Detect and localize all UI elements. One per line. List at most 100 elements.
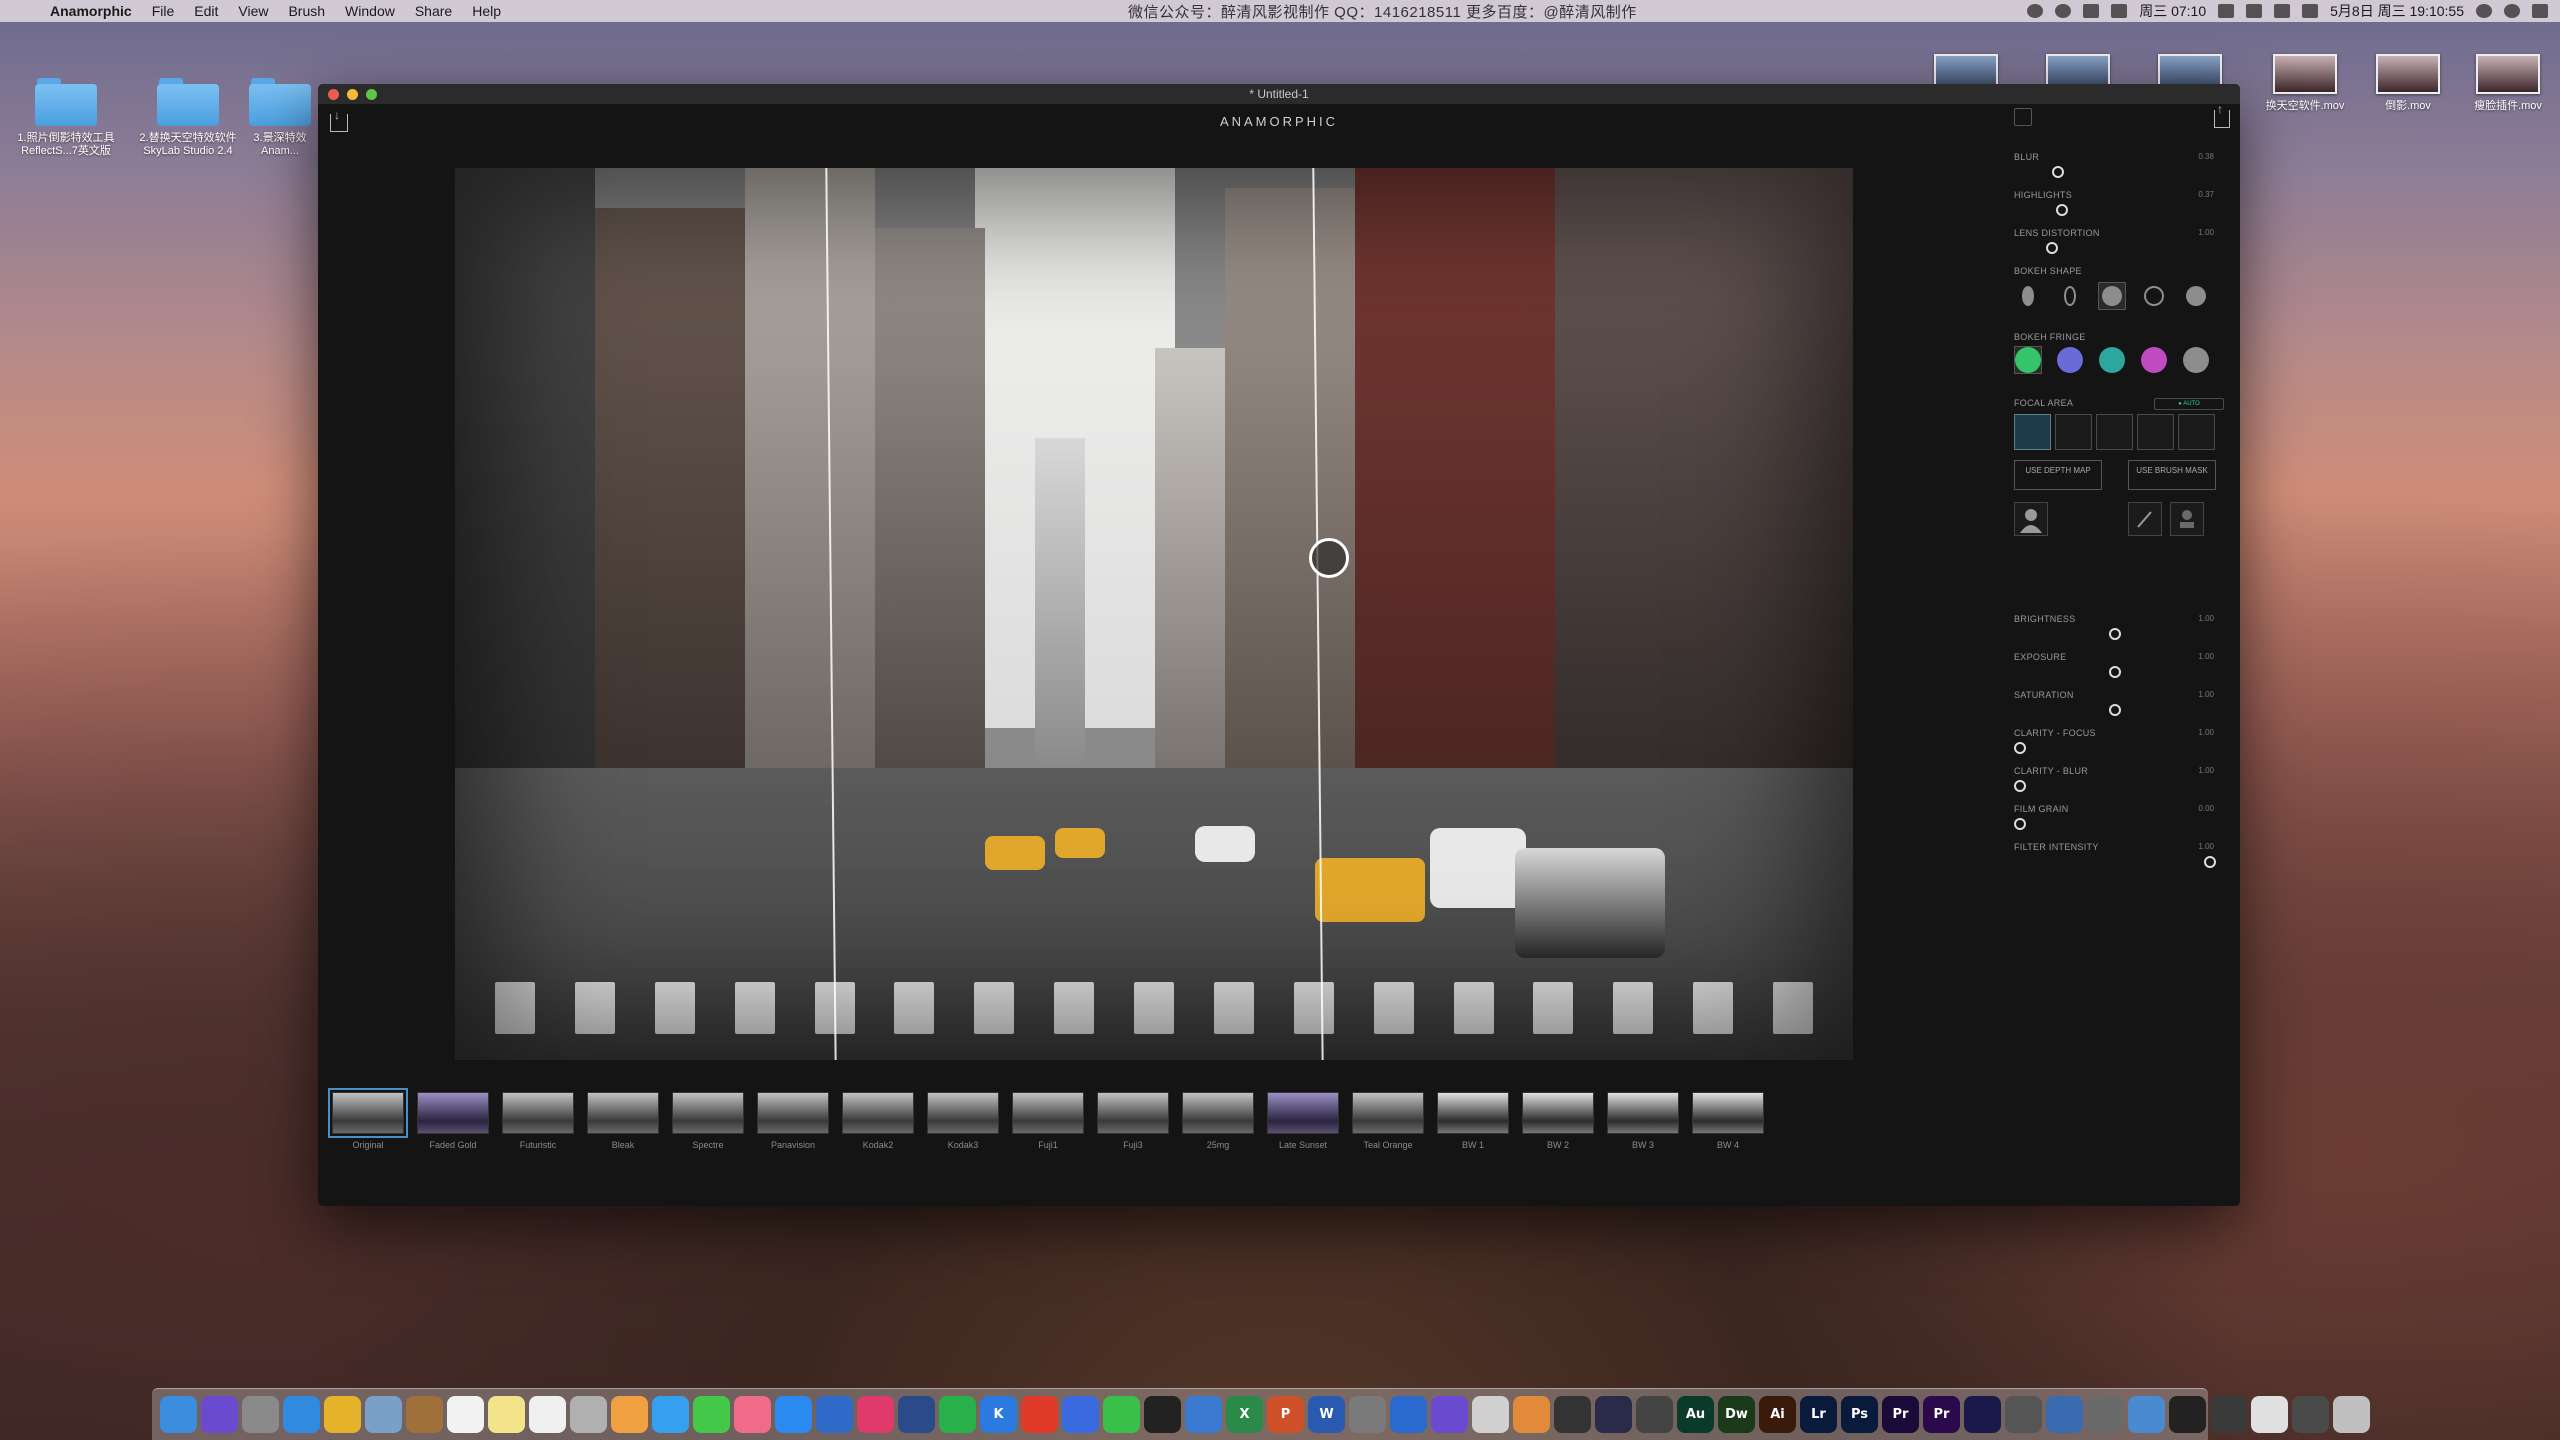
dock-imovie-icon[interactable] [1431,1396,1468,1433]
dock-screen-1-icon[interactable] [2210,1396,2247,1433]
dock-xcode-icon[interactable] [1390,1396,1427,1433]
focus-point-handle[interactable] [1309,538,1349,578]
spotlight-icon[interactable] [2476,4,2492,18]
network-icon[interactable] [2083,4,2100,18]
eraser-tool-button[interactable] [2170,502,2204,536]
dock-browser-2-icon[interactable] [2087,1396,2124,1433]
dock-system-prefs-icon[interactable] [1349,1396,1386,1433]
fringe-option-gray[interactable] [2182,346,2210,374]
bokeh-shape-circle[interactable] [2098,282,2126,310]
blur-slider[interactable]: BLUR 0.38 [2014,152,2224,178]
highlights-slider[interactable]: HIGHLIGHTS 0.37 [2014,190,2224,216]
dock-keynote-icon[interactable] [1185,1396,1222,1433]
fringe-option-teal[interactable] [2098,346,2126,374]
dock-trash-icon[interactable] [2333,1396,2370,1433]
clock-text[interactable]: 周三 07:10 [2139,1,2206,21]
siri-icon[interactable] [2504,4,2520,18]
menu-brush[interactable]: Brush [288,3,325,19]
dock-mail-icon[interactable] [1472,1396,1509,1433]
menu-edit[interactable]: Edit [194,3,218,19]
lens-distortion-slider-knob[interactable] [2046,242,2058,254]
dock-photo-booth-icon[interactable] [570,1396,607,1433]
wifi-icon[interactable] [2246,4,2263,18]
exposure-slider[interactable]: EXPOSURE 1.00 [2014,652,2224,678]
input-method-icon[interactable] [2302,4,2319,18]
minimize-button[interactable] [347,89,358,100]
dock-safari-icon[interactable] [283,1396,320,1433]
filter-preset[interactable]: Spectre [672,1092,744,1150]
film-grain-slider-knob[interactable] [2014,818,2026,830]
filter-preset[interactable]: Original [328,1088,408,1150]
zoom-button[interactable] [366,89,377,100]
use-brush-mask-button[interactable]: USE BRUSH MASK [2128,460,2216,490]
dock-baidu-icon[interactable] [1062,1396,1099,1433]
brightness-slider-knob[interactable] [2109,628,2121,640]
title-bar[interactable]: * Untitled-1 [318,84,2240,104]
dock-dreamweaver-icon[interactable]: Dw [1718,1396,1755,1433]
dock-wechat-icon[interactable] [1103,1396,1140,1433]
filter-preset[interactable]: Teal Orange [1352,1092,1424,1150]
dock-calendar-icon[interactable] [447,1396,484,1433]
image-canvas[interactable] [455,168,1853,1060]
bokeh-shape-ring[interactable] [2140,282,2168,310]
filter-intensity-slider[interactable]: FILTER INTENSITY 1.00 [2014,842,2224,868]
dock-reminders-icon[interactable] [529,1396,566,1433]
dock-excel-icon[interactable]: X [1226,1396,1263,1433]
desktop-folder-anamorphic[interactable]: 3.景深特效 Anam... [240,76,320,158]
dock-quicktime-icon[interactable] [898,1396,935,1433]
monitor-icon[interactable] [2111,4,2128,18]
dock-siri-icon[interactable] [201,1396,238,1433]
clarity-blur-slider[interactable]: CLARITY - BLUR 1.00 [2014,766,2224,792]
clarity-focus-slider-knob[interactable] [2014,742,2026,754]
highlights-slider-knob[interactable] [2056,204,2068,216]
filter-preset[interactable]: BW 3 [1607,1092,1679,1150]
film-grain-slider[interactable]: FILM GRAIN 0.00 [2014,804,2224,830]
dock-photos-icon[interactable] [611,1396,648,1433]
desktop-folder-skylab[interactable]: 2.替换天空特效软件 SkyLab Studio 2.4 [128,76,248,158]
dock-premiere-2-icon[interactable]: Pr [1923,1396,1960,1433]
menu-help[interactable]: Help [472,3,501,19]
filter-preset[interactable]: BW 1 [1437,1092,1509,1150]
dock-messages-blue-icon[interactable] [652,1396,689,1433]
dock-after-effects-icon[interactable] [1964,1396,2001,1433]
dock-pages-icon[interactable] [1513,1396,1550,1433]
dock-qq-icon[interactable] [1144,1396,1181,1433]
notification-center-icon[interactable] [2532,4,2548,18]
filter-preset[interactable]: Futuristic [502,1092,574,1150]
dock-facetime-icon[interactable] [816,1396,853,1433]
filter-preset[interactable]: Fuji3 [1097,1092,1169,1150]
dock-screen-3-icon[interactable] [2292,1396,2329,1433]
filter-preset[interactable]: 25mg [1182,1092,1254,1150]
portrait-mode-button[interactable] [2014,502,2048,536]
filter-preset[interactable]: Kodak3 [927,1092,999,1150]
display-icon[interactable] [2218,4,2235,18]
use-depth-map-button[interactable]: USE DEPTH MAP [2014,460,2102,490]
filter-preset[interactable]: Kodak2 [842,1092,914,1150]
dock-illustrator-icon[interactable]: Ai [1759,1396,1796,1433]
filter-preset[interactable]: Bleak [587,1092,659,1150]
brush-tool-button[interactable] [2128,502,2162,536]
filter-preset[interactable]: Fuji1 [1012,1092,1084,1150]
date-time-text[interactable]: 5月8日 周三 19:10:55 [2330,1,2464,21]
brightness-slider[interactable]: BRIGHTNESS 1.00 [2014,614,2224,640]
focal-area-option-2[interactable] [2055,414,2092,450]
dock-messages-icon[interactable] [693,1396,730,1433]
dock-premiere-icon[interactable]: Pr [1882,1396,1919,1433]
dock-motion-icon[interactable] [1595,1396,1632,1433]
clarity-focus-slider[interactable]: CLARITY - FOCUS 1.00 [2014,728,2224,754]
bokeh-shape-solid[interactable] [2182,282,2210,310]
dock-app-gray-icon[interactable] [2005,1396,2042,1433]
menu-window[interactable]: Window [345,3,395,19]
dock-kuaibo-icon[interactable]: K [980,1396,1017,1433]
dock-photoshop-icon[interactable]: Ps [1841,1396,1878,1433]
bokeh-shape-oval[interactable] [2014,282,2042,310]
menu-app-name[interactable]: Anamorphic [50,3,132,19]
dock-word-icon[interactable]: W [1308,1396,1345,1433]
clarity-blur-slider-knob[interactable] [2014,780,2026,792]
blur-slider-knob[interactable] [2052,166,2064,178]
dock-weibo-icon[interactable] [1021,1396,1058,1433]
record-icon[interactable] [2027,4,2044,18]
saturation-slider[interactable]: SATURATION 1.00 [2014,690,2224,716]
dock-app-store-icon[interactable] [775,1396,812,1433]
fringe-option-blue[interactable] [2056,346,2084,374]
